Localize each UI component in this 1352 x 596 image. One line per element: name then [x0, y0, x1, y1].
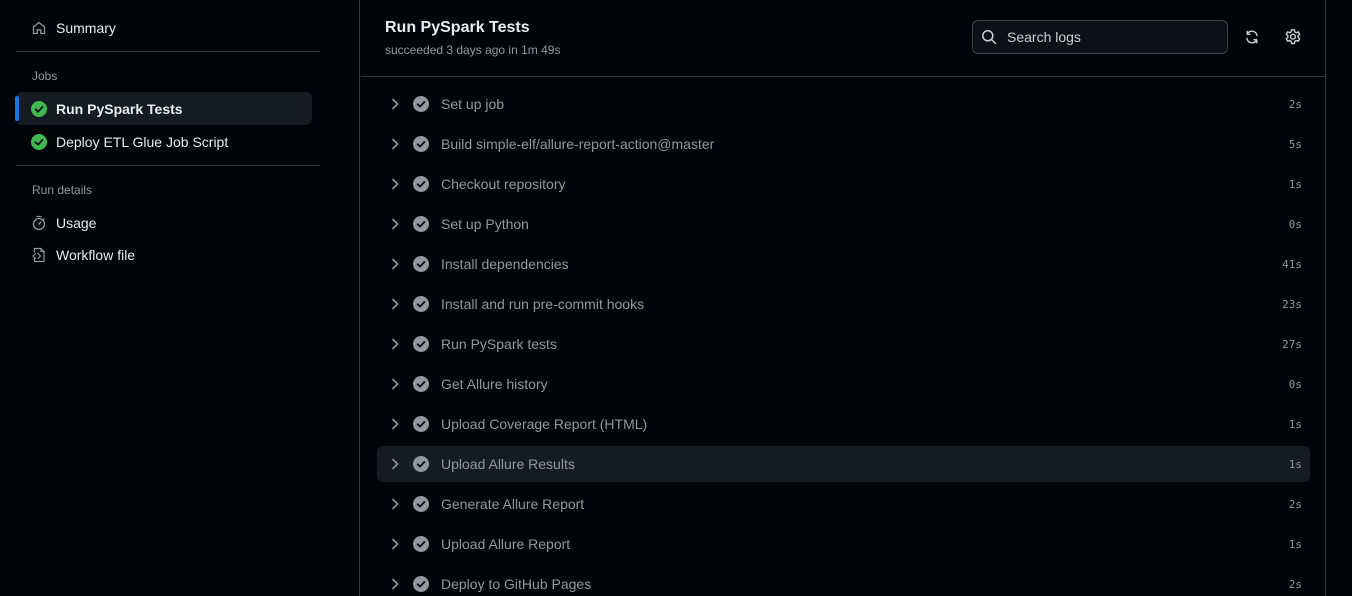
job-title: Run PySpark Tests [385, 19, 530, 36]
sidebar: Summary Jobs Run PySpark Tests Deploy ET… [0, 0, 360, 596]
chevron-right-icon[interactable] [387, 136, 403, 152]
step-row[interactable]: Upload Allure Report 1s [377, 524, 1310, 564]
step-success-icon [413, 256, 429, 272]
search-logs-box[interactable] [972, 20, 1228, 54]
app-window: Summary Jobs Run PySpark Tests Deploy ET… [0, 0, 1352, 596]
step-row[interactable]: Deploy to GitHub Pages 2s [377, 564, 1310, 596]
step-name: Build simple-elf/allure-report-action@ma… [441, 136, 715, 152]
step-name: Set up job [441, 96, 505, 112]
sidebar-item-label: Usage [56, 214, 97, 231]
chevron-right-icon[interactable] [387, 176, 403, 192]
sidebar-item-label: Deploy ETL Glue Job Script [56, 133, 229, 150]
step-name: Upload Coverage Report (HTML) [441, 416, 648, 432]
settings-button[interactable] [1281, 25, 1305, 49]
step-list: Set up job 2s Build simple-elf/allure-repo… [377, 84, 1310, 596]
gear-icon [1284, 28, 1302, 46]
sidebar-item-job-deploy-etl[interactable]: Deploy ETL Glue Job Script [16, 125, 312, 158]
chevron-right-icon[interactable] [387, 376, 403, 392]
chevron-right-icon[interactable] [387, 456, 403, 472]
step-success-icon [413, 96, 429, 112]
step-row[interactable]: Generate Allure Report 2s [377, 484, 1310, 524]
chevron-right-icon[interactable] [387, 496, 403, 512]
step-row[interactable]: Get Allure history 0s [377, 364, 1310, 404]
step-duration: 1s [1288, 177, 1302, 191]
chevron-right-icon[interactable] [387, 536, 403, 552]
step-row[interactable]: Upload Allure Results 1s [377, 446, 1310, 482]
step-duration: 2s [1288, 97, 1302, 111]
step-duration: 5s [1288, 137, 1302, 151]
step-name: Install and run pre-commit hooks [441, 296, 645, 312]
sidebar-item-job-run-pyspark-tests[interactable]: Run PySpark Tests [15, 92, 312, 125]
home-icon [30, 19, 48, 37]
chevron-right-icon[interactable] [387, 576, 403, 592]
step-success-icon [413, 536, 429, 552]
step-success-icon [413, 376, 429, 392]
step-name: Run PySpark tests [441, 336, 557, 352]
step-success-icon [413, 336, 429, 352]
step-row[interactable]: Set up Python 0s [377, 204, 1310, 244]
step-row[interactable]: Run PySpark tests 27s [377, 324, 1310, 364]
step-name: Get Allure history [441, 376, 548, 392]
step-duration: 23s [1282, 297, 1302, 311]
chevron-right-icon[interactable] [387, 416, 403, 432]
step-name: Deploy to GitHub Pages [441, 576, 592, 592]
step-row[interactable]: Checkout repository 1s [377, 164, 1310, 204]
chevron-right-icon[interactable] [387, 296, 403, 312]
step-row[interactable]: Install dependencies 41s [377, 244, 1310, 284]
chevron-right-icon[interactable] [387, 216, 403, 232]
step-duration: 1s [1288, 417, 1302, 431]
sidebar-item-label: Workflow file [56, 246, 136, 263]
run-details-heading: Run details [32, 183, 93, 197]
search-icon [981, 29, 997, 45]
step-row[interactable]: Build simple-elf/allure-report-action@ma… [377, 124, 1310, 164]
refresh-button[interactable] [1240, 25, 1264, 49]
step-row[interactable]: Upload Coverage Report (HTML) 1s [377, 404, 1310, 444]
step-success-icon [413, 456, 429, 472]
jobs-heading: Jobs [32, 69, 58, 83]
search-logs-input[interactable] [1005, 28, 1215, 46]
job-log-panel: Run PySpark Tests succeeded 3 days ago i… [361, 0, 1326, 596]
sidebar-divider [16, 51, 320, 52]
step-row[interactable]: Install and run pre-commit hooks 23s [377, 284, 1310, 324]
step-success-icon [413, 496, 429, 512]
step-success-icon [413, 576, 429, 592]
chevron-right-icon[interactable] [387, 256, 403, 272]
step-name: Checkout repository [441, 176, 566, 192]
success-check-icon [30, 133, 48, 151]
step-duration: 1s [1288, 537, 1302, 551]
chevron-right-icon[interactable] [387, 336, 403, 352]
sidebar-item-workflow-file[interactable]: Workflow file [16, 238, 312, 271]
sidebar-item-usage[interactable]: Usage [16, 206, 312, 239]
step-name: Set up Python [441, 216, 529, 232]
job-status-summary: succeeded 3 days ago in 1m 49s [385, 43, 561, 57]
file-code-icon [30, 246, 48, 264]
sidebar-item-label: Summary [56, 19, 116, 36]
sidebar-divider [16, 165, 320, 166]
step-name: Upload Allure Report [441, 536, 571, 552]
sidebar-item-summary[interactable]: Summary [16, 11, 312, 44]
step-row[interactable]: Set up job 2s [377, 84, 1310, 124]
step-duration: 2s [1288, 497, 1302, 511]
step-name: Upload Allure Results [441, 456, 575, 472]
step-duration: 2s [1288, 577, 1302, 591]
step-success-icon [413, 176, 429, 192]
success-check-icon [30, 100, 48, 118]
job-header: Run PySpark Tests succeeded 3 days ago i… [361, 0, 1326, 77]
refresh-icon [1244, 29, 1260, 45]
step-duration: 1s [1288, 457, 1302, 471]
step-success-icon [413, 296, 429, 312]
step-duration: 0s [1288, 217, 1302, 231]
step-success-icon [413, 416, 429, 432]
step-success-icon [413, 136, 429, 152]
step-duration: 41s [1282, 257, 1302, 271]
sidebar-item-label: Run PySpark Tests [56, 100, 183, 117]
chevron-right-icon[interactable] [387, 96, 403, 112]
step-duration: 0s [1288, 377, 1302, 391]
step-duration: 27s [1282, 337, 1302, 351]
step-success-icon [413, 216, 429, 232]
step-name: Generate Allure Report [441, 496, 585, 512]
step-name: Install dependencies [441, 256, 569, 272]
stopwatch-icon [30, 214, 48, 232]
